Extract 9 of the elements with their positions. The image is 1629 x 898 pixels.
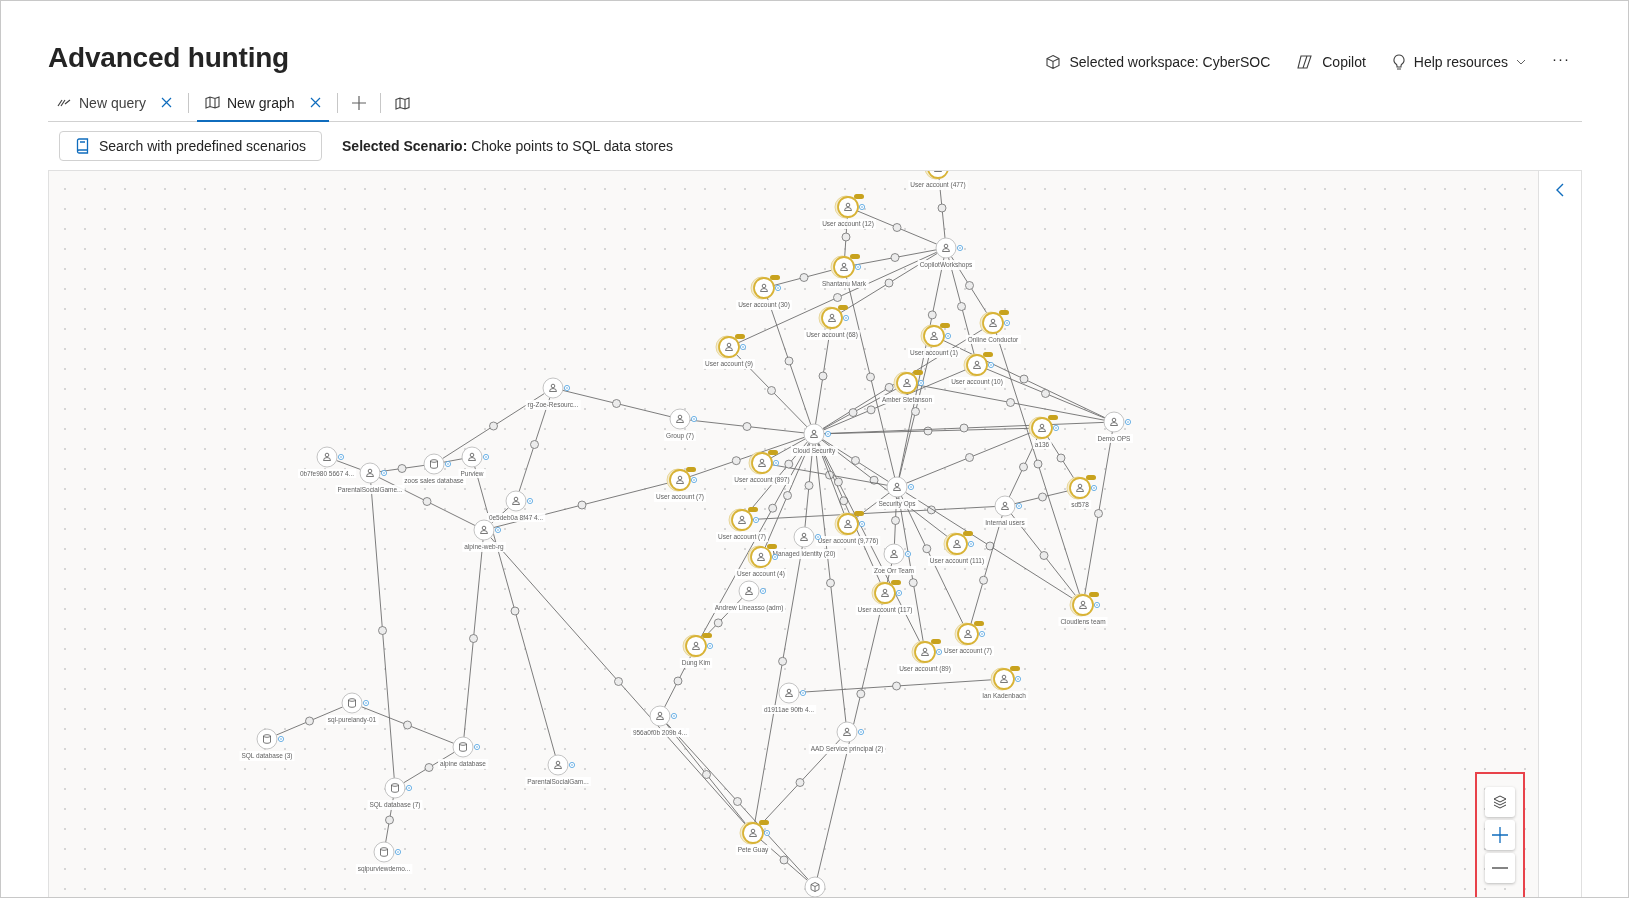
workspace-button[interactable]: Selected workspace: CyberSOC (1045, 54, 1271, 70)
copilot-button[interactable]: Copilot (1296, 54, 1366, 70)
predefined-scenarios-button[interactable]: Search with predefined scenarios (59, 130, 322, 161)
tab[interactable]: New query (48, 85, 180, 122)
help-resources-button[interactable]: Help resources (1391, 53, 1526, 71)
more-options-button[interactable]: ··· (1552, 49, 1570, 67)
tab[interactable]: New graph (196, 85, 329, 122)
selected-scenario-text: Selected Scenario: Choke points to SQL data stores (342, 137, 673, 154)
page-title: Advanced hunting (48, 42, 290, 74)
